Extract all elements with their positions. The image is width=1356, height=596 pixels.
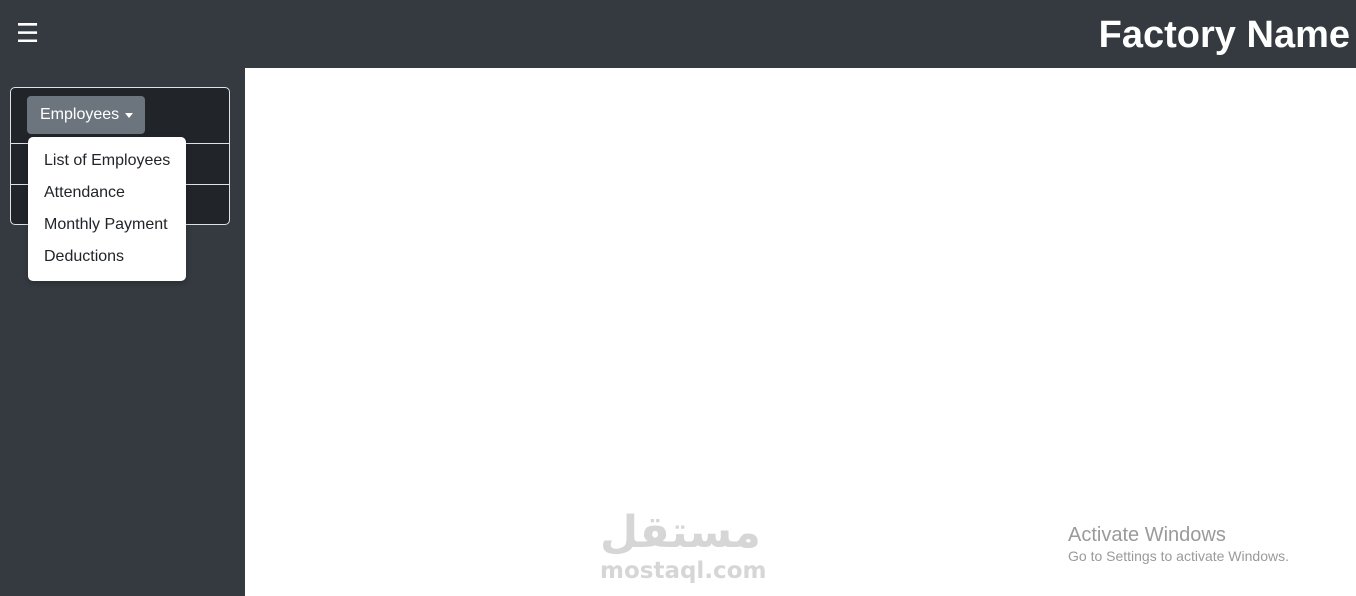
- menu-item-list-of-employees[interactable]: List of Employees: [44, 151, 170, 171]
- hamburger-icon[interactable]: ☰: [16, 20, 39, 48]
- caret-down-icon: [125, 113, 133, 118]
- employees-dropdown-menu: List of Employees Attendance Monthly Pay…: [28, 137, 186, 281]
- menu-item-monthly-payment[interactable]: Monthly Payment: [44, 215, 168, 235]
- page-title: Factory Name: [1098, 14, 1350, 56]
- activate-windows-subtitle: Go to Settings to activate Windows.: [1068, 548, 1289, 564]
- activate-windows-notice: Activate Windows Go to Settings to activ…: [1068, 523, 1289, 565]
- employees-dropdown-label: Employees: [40, 106, 120, 123]
- top-navbar: ☰ Factory Name: [0, 0, 1356, 68]
- menu-item-deductions[interactable]: Deductions: [44, 247, 124, 267]
- main-content: مستقل mostaql.com Activate Windows Go to…: [245, 68, 1356, 596]
- watermark-url: mostaql.com: [600, 558, 767, 584]
- employees-dropdown-button[interactable]: Employees: [27, 96, 145, 134]
- watermark: مستقل mostaql.com: [600, 507, 767, 585]
- activate-windows-title: Activate Windows: [1068, 524, 1226, 546]
- menu-item-attendance[interactable]: Attendance: [44, 183, 125, 203]
- watermark-arabic: مستقل: [600, 507, 763, 558]
